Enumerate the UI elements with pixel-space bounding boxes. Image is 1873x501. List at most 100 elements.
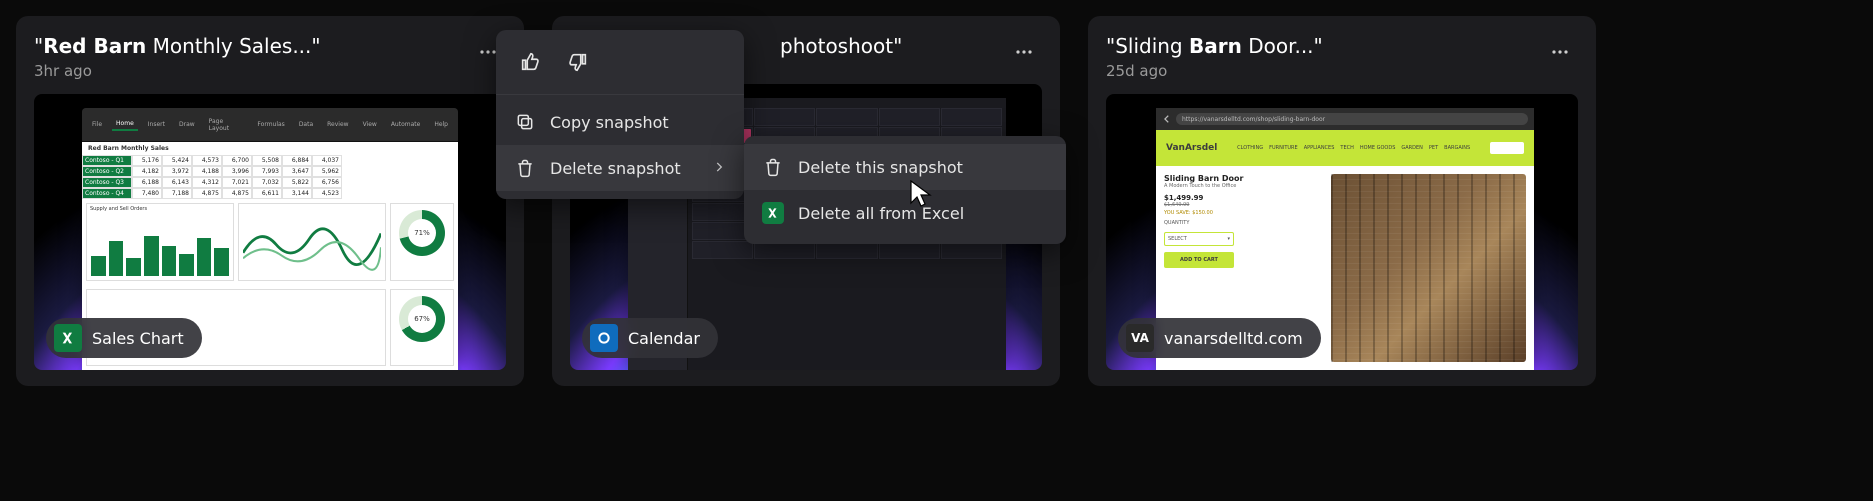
chip-label: Sales Chart bbox=[92, 329, 184, 348]
ribbon-tab: Review bbox=[323, 119, 352, 130]
nav-link: FURNITURE bbox=[1269, 145, 1298, 151]
qty-label: QUANTITY bbox=[1164, 220, 1323, 226]
delete-snapshot-item[interactable]: Delete snapshot bbox=[496, 145, 744, 191]
nav-link: TECH bbox=[1340, 145, 1353, 151]
more-options-button[interactable] bbox=[1542, 34, 1578, 70]
cell: 7,993 bbox=[252, 166, 282, 177]
product-title: Sliding Barn Door bbox=[1164, 174, 1323, 183]
cell: 3,144 bbox=[282, 188, 312, 199]
source-app-chip[interactable]: Sales Chart bbox=[46, 318, 202, 358]
site-search bbox=[1490, 142, 1524, 154]
copy-icon bbox=[514, 111, 536, 133]
calendar-cell bbox=[879, 108, 940, 126]
row-label: Contoso - Q4 bbox=[82, 188, 132, 199]
title-prefix: "Sliding bbox=[1106, 34, 1189, 58]
snapshot-card[interactable]: "Red Barn Monthly Sales..." 3hr ago File… bbox=[16, 16, 524, 386]
calendar-cell bbox=[941, 108, 1002, 126]
snapshot-card[interactable]: "Sliding Barn Door..." 25d ago https://v… bbox=[1088, 16, 1596, 386]
address-pill: https://vanarsdelltd.com/shop/sliding-ba… bbox=[1176, 113, 1528, 125]
cell: 4,188 bbox=[192, 166, 222, 177]
calendar-cell bbox=[754, 108, 815, 126]
cell: 5,822 bbox=[282, 177, 312, 188]
delete-all-from-excel-item[interactable]: Delete all from Excel bbox=[744, 190, 1066, 236]
card-title: "Sliding Barn Door..." bbox=[1106, 34, 1542, 58]
bar bbox=[126, 258, 141, 276]
cell: 3,972 bbox=[162, 166, 192, 177]
nav-link: BARGAINS bbox=[1444, 145, 1470, 151]
delete-this-snapshot-item[interactable]: Delete this snapshot bbox=[744, 144, 1066, 190]
product-strike-price: $1,649.99 bbox=[1164, 202, 1323, 208]
excel-table-row: Contoso - Q47,4807,1884,8754,8756,6113,1… bbox=[82, 188, 458, 199]
cell: 3,647 bbox=[282, 166, 312, 177]
excel-ribbon: File Home Insert Draw Page Layout Formul… bbox=[82, 108, 458, 142]
delete-submenu[interactable]: Delete this snapshot Delete all from Exc… bbox=[744, 136, 1066, 244]
ribbon-tab: Formulas bbox=[253, 119, 288, 130]
excel-table-row: Contoso - Q24,1823,9724,1883,9967,9933,6… bbox=[82, 166, 458, 177]
feedback-row bbox=[496, 38, 744, 90]
row-label: Contoso - Q1 bbox=[82, 155, 132, 166]
cell: 4,573 bbox=[192, 155, 222, 166]
title-rest: Monthly Sales..." bbox=[146, 34, 320, 58]
thumbs-down-icon bbox=[567, 51, 589, 73]
ellipsis-icon bbox=[478, 42, 498, 62]
menu-item-label: Copy snapshot bbox=[550, 113, 726, 132]
chip-label: Calendar bbox=[628, 329, 700, 348]
cell: 6,188 bbox=[132, 177, 162, 188]
bar bbox=[214, 248, 229, 276]
cell: 7,188 bbox=[162, 188, 192, 199]
cell: 4,875 bbox=[192, 188, 222, 199]
snapshot-thumbnail[interactable]: File Home Insert Draw Page Layout Formul… bbox=[34, 94, 506, 370]
excel-donut-chart-1: 71% bbox=[390, 203, 454, 281]
ribbon-tab: Help bbox=[430, 119, 452, 130]
chevron-down-icon: ▾ bbox=[1227, 236, 1230, 242]
chevron-right-icon bbox=[712, 159, 726, 178]
source-app-chip[interactable]: VA vanarsdelltd.com bbox=[1118, 318, 1321, 358]
excel-data-table: Contoso - Q15,1765,4244,5736,7005,5086,8… bbox=[82, 155, 458, 199]
row-label: Contoso - Q3 bbox=[82, 177, 132, 188]
ribbon-tab: Data bbox=[295, 119, 317, 130]
title-rest: photoshoot" bbox=[780, 34, 902, 58]
bar bbox=[179, 254, 194, 276]
card-timestamp: 25d ago bbox=[1106, 62, 1542, 80]
site-brand: VanArsdel bbox=[1166, 143, 1217, 153]
more-options-button[interactable] bbox=[1006, 34, 1042, 70]
select-label: SELECT bbox=[1168, 236, 1187, 242]
thumbs-down-button[interactable] bbox=[562, 46, 594, 78]
copy-snapshot-item[interactable]: Copy snapshot bbox=[496, 99, 744, 145]
nav-link: CLOTHING bbox=[1237, 145, 1263, 151]
excel-title: Red Barn Monthly Sales bbox=[82, 142, 458, 155]
cell: 6,884 bbox=[282, 155, 312, 166]
title-prefix: " bbox=[34, 34, 43, 58]
cell: 6,143 bbox=[162, 177, 192, 188]
product-price: $1,499.99 bbox=[1164, 194, 1323, 202]
card-title-block: "Sliding Barn Door..." 25d ago bbox=[1106, 34, 1542, 80]
cell: 6,700 bbox=[222, 155, 252, 166]
cell: 5,424 bbox=[162, 155, 192, 166]
cell: 5,962 bbox=[312, 166, 342, 177]
excel-bar-chart: Supply and Sell Orders bbox=[86, 203, 234, 281]
browser-urlbar: https://vanarsdelltd.com/shop/sliding-ba… bbox=[1156, 108, 1534, 130]
cell: 5,176 bbox=[132, 155, 162, 166]
product-subtitle: A Modern Touch to the Office bbox=[1164, 183, 1323, 189]
cell: 7,021 bbox=[222, 177, 252, 188]
cell: 4,523 bbox=[312, 188, 342, 199]
bar bbox=[144, 236, 159, 276]
thumbs-up-button[interactable] bbox=[514, 46, 546, 78]
nav-link: APPLIANCES bbox=[1304, 145, 1335, 151]
excel-app-icon bbox=[54, 324, 82, 352]
site-header: VanArsdel CLOTHING FURNITURE APPLIANCES TEC… bbox=[1156, 130, 1534, 166]
bar bbox=[109, 241, 124, 276]
save-value: $150.00 bbox=[1192, 210, 1213, 216]
chip-label: vanarsdelltd.com bbox=[1164, 329, 1303, 348]
excel-table-row: Contoso - Q36,1886,1434,3127,0217,0325,8… bbox=[82, 177, 458, 188]
calendar-cell bbox=[692, 241, 753, 259]
bar bbox=[162, 246, 177, 276]
excel-table-row: Contoso - Q15,1765,4244,5736,7005,5086,8… bbox=[82, 155, 458, 166]
back-icon bbox=[1162, 114, 1172, 124]
excel-charts-row: Supply and Sell Orders 71% bbox=[82, 199, 458, 285]
source-app-chip[interactable]: Calendar bbox=[582, 318, 718, 358]
snapshot-thumbnail[interactable]: https://vanarsdelltd.com/shop/sliding-ba… bbox=[1106, 94, 1578, 370]
snapshot-context-menu[interactable]: Copy snapshot Delete snapshot bbox=[496, 30, 744, 199]
card-header: "Red Barn Monthly Sales..." 3hr ago bbox=[34, 34, 506, 80]
card-title: "Red Barn Monthly Sales..." bbox=[34, 34, 470, 58]
